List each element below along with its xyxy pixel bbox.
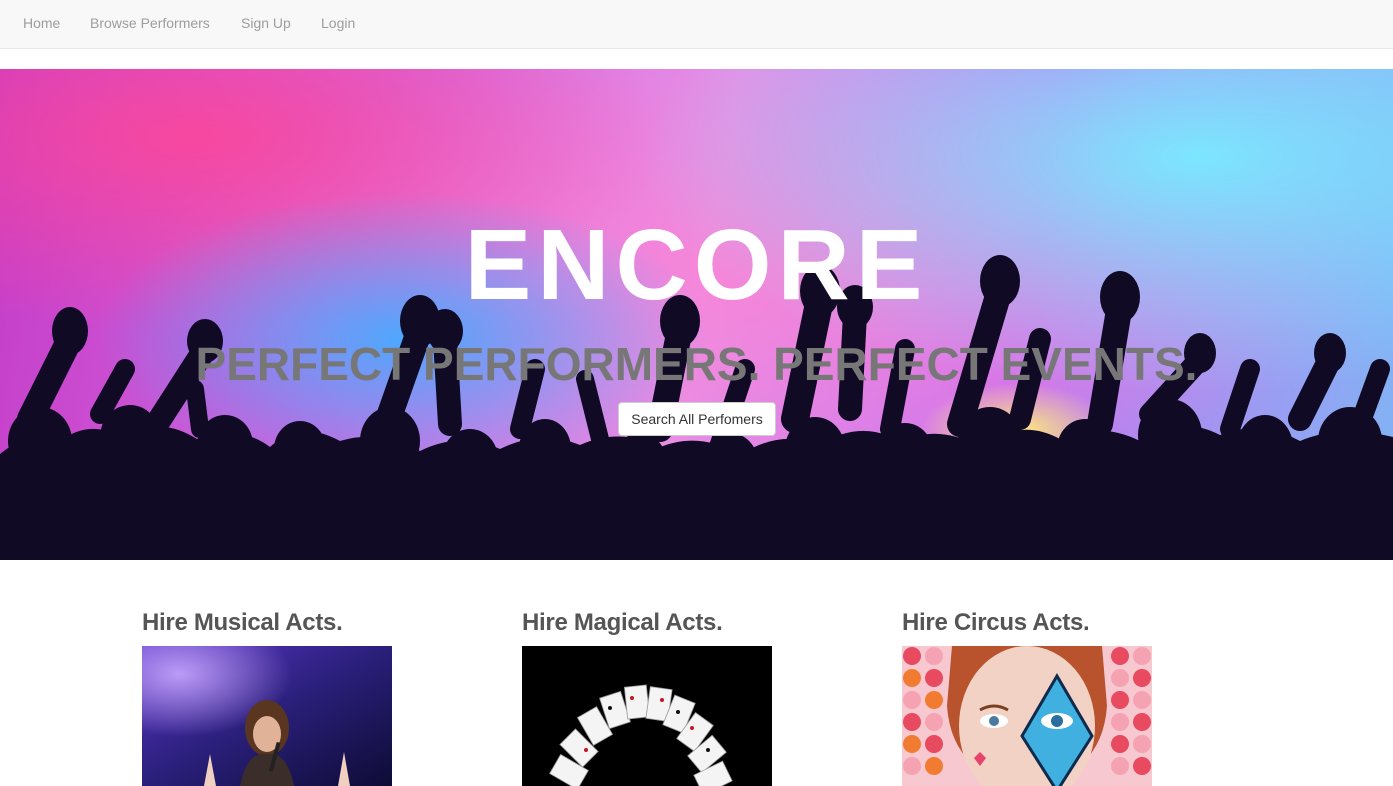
nav-link-login[interactable]: Login: [321, 15, 355, 32]
act-card-musical: Hire Musical Acts.: [142, 608, 402, 786]
hero-title: ENCORE: [464, 209, 929, 321]
nav-link-home[interactable]: Home: [23, 15, 60, 32]
search-all-performers-button[interactable]: Search All Perfomers: [618, 402, 776, 436]
nav-link-sign-up[interactable]: Sign Up: [241, 15, 291, 32]
act-card-magical: Hire Magical Acts.: [522, 608, 782, 786]
hero-banner: ENCORE PERFECT PERFORMERS. PERFECT EVENT…: [0, 69, 1393, 560]
singer-on-stage-image[interactable]: [142, 646, 392, 786]
act-card-circus: Hire Circus Acts.: [902, 608, 1162, 786]
act-heading: Hire Musical Acts.: [142, 609, 343, 636]
nav-link-browse-performers[interactable]: Browse Performers: [90, 15, 210, 32]
playing-cards-fan-image[interactable]: [522, 646, 772, 786]
act-heading: Hire Magical Acts.: [522, 609, 723, 636]
act-heading: Hire Circus Acts.: [902, 609, 1090, 636]
hero-tagline: PERFECT PERFORMERS. PERFECT EVENTS.: [195, 338, 1198, 390]
face-paint-performer-image[interactable]: [902, 646, 1152, 786]
top-navbar: Home Browse Performers Sign Up Login: [0, 0, 1393, 49]
